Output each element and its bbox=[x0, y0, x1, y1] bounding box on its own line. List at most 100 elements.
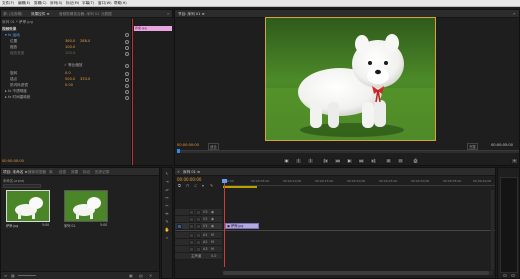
menu-marker[interactable]: 标记(M) bbox=[66, 1, 79, 6]
add-marker-button[interactable]: ◆ bbox=[283, 158, 290, 164]
project-item-thumbnail[interactable] bbox=[6, 190, 50, 222]
sync-icon[interactable] bbox=[196, 240, 201, 245]
sync-icon[interactable] bbox=[196, 217, 201, 222]
eye-icon[interactable]: ◉ bbox=[211, 223, 214, 230]
anchor-y-value[interactable]: 333.0 bbox=[80, 76, 90, 82]
solo-left-icon[interactable] bbox=[503, 274, 507, 277]
tab-media-browser[interactable]: 媒体浏览器 bbox=[28, 169, 46, 175]
reset-icon[interactable] bbox=[125, 46, 129, 50]
position-y-value[interactable]: 288.0 bbox=[80, 38, 90, 44]
button-editor-button[interactable]: + bbox=[511, 158, 518, 164]
lock-icon[interactable] bbox=[189, 233, 194, 238]
menu-file[interactable]: 文件(F) bbox=[2, 1, 14, 6]
menu-edit[interactable]: 编辑(E) bbox=[18, 1, 30, 6]
mark-out-button[interactable]: } bbox=[307, 158, 314, 164]
new-bin-icon[interactable]: ▣ bbox=[129, 273, 133, 278]
close-icon[interactable]: ✕ bbox=[177, 169, 180, 175]
reset-icon[interactable] bbox=[125, 64, 129, 68]
tab-info[interactable]: 信息 bbox=[59, 169, 66, 175]
tab-markers[interactable]: 标记 bbox=[83, 169, 90, 175]
track-select-tool-icon[interactable]: ⇥ bbox=[164, 179, 170, 185]
lift-button[interactable]: ⊞ bbox=[385, 158, 392, 164]
list-view-icon[interactable]: ≡ bbox=[4, 273, 7, 278]
quality-dropdown[interactable]: 完整 bbox=[467, 143, 478, 150]
add-marker-icon[interactable]: ▾ bbox=[202, 183, 204, 188]
tab-metadata[interactable]: 元数据 bbox=[101, 11, 112, 17]
mini-clip-bar[interactable]: 萨摩.jpg bbox=[134, 26, 172, 31]
menu-title[interactable]: 字幕(T) bbox=[82, 1, 94, 6]
effect-mini-timeline[interactable]: 萨摩.jpg bbox=[131, 19, 173, 165]
zoom-slider[interactable] bbox=[18, 275, 36, 276]
rate-stretch-tool-icon[interactable]: ↔ bbox=[164, 195, 170, 201]
fit-dropdown[interactable]: 适合 bbox=[208, 143, 219, 150]
lock-icon[interactable] bbox=[189, 224, 194, 229]
slip-tool-icon[interactable]: ⇹ bbox=[164, 211, 170, 217]
eye-icon[interactable]: ◉ bbox=[211, 209, 214, 216]
timeline-playhead[interactable] bbox=[224, 179, 225, 267]
menu-window[interactable]: 窗口(W) bbox=[98, 1, 112, 6]
tab-project[interactable]: 项目: 未命名 ≡ bbox=[3, 169, 27, 175]
mute-icon[interactable]: M bbox=[211, 232, 214, 239]
settings-icon[interactable]: ✎ bbox=[210, 183, 213, 188]
reset-icon[interactable] bbox=[125, 33, 129, 37]
uniform-scale-checkbox[interactable]: ✓ 等比缩放 bbox=[64, 62, 83, 68]
lock-icon[interactable] bbox=[189, 247, 194, 252]
export-frame-button[interactable]: ⎙ bbox=[412, 158, 419, 164]
effect-row-time-remap[interactable]: ▸ fx 时间重映射 bbox=[2, 94, 30, 100]
program-playhead[interactable] bbox=[177, 149, 180, 153]
hand-tool-icon[interactable]: ✋ bbox=[164, 227, 170, 233]
play-button[interactable]: ▶ bbox=[346, 158, 353, 164]
step-forward-button[interactable]: ▸▸ bbox=[358, 158, 365, 164]
new-item-icon[interactable]: ▤ bbox=[139, 273, 143, 278]
timeline-vertical-scrollbar[interactable] bbox=[491, 190, 494, 270]
effect-timecode[interactable]: 00:00:00:00 bbox=[2, 159, 24, 163]
linked-selection-icon[interactable]: ⊂ bbox=[194, 183, 197, 188]
scale-width-value[interactable]: 100.0 bbox=[65, 50, 75, 56]
zoom-tool-icon[interactable]: ⌕ bbox=[164, 235, 170, 241]
razor-tool-icon[interactable]: ✂ bbox=[164, 203, 170, 209]
menu-sequence[interactable]: 序列(S) bbox=[50, 1, 62, 6]
playhead-handle[interactable] bbox=[222, 179, 227, 183]
tab-sequence[interactable]: 序列 01 ≡ bbox=[183, 169, 200, 175]
delete-icon[interactable]: ✕ bbox=[149, 273, 152, 278]
source-patch-v1[interactable] bbox=[177, 224, 182, 229]
nest-icon[interactable]: ⧉ bbox=[178, 183, 181, 188]
timeline-ruler[interactable]: 00:00 00:00:05:00 00:00:10:00 00:00:15:0… bbox=[223, 178, 495, 186]
reset-icon[interactable] bbox=[125, 52, 129, 56]
go-to-out-button[interactable]: ▸| bbox=[370, 158, 377, 164]
project-search-input[interactable] bbox=[3, 184, 41, 188]
timeline-clip[interactable]: ▣ 萨摩.jpg bbox=[225, 223, 259, 229]
lock-icon[interactable] bbox=[189, 217, 194, 222]
pen-tool-icon[interactable]: ✎ bbox=[164, 219, 170, 225]
panel-menu-icon[interactable]: » bbox=[167, 11, 169, 16]
reset-icon[interactable] bbox=[125, 72, 129, 76]
tab-audio-clip-mixer[interactable]: 音频剪辑混合器: 序列 01 bbox=[59, 11, 99, 17]
tab-source[interactable]: 源: (无剪辑) bbox=[3, 11, 23, 17]
menu-clip[interactable]: 剪辑(C) bbox=[34, 1, 47, 6]
timeline-horizontal-scrollbar[interactable] bbox=[223, 271, 493, 275]
reset-icon[interactable] bbox=[125, 90, 129, 94]
timeline-timecode[interactable]: 00:00:00:00 bbox=[177, 177, 201, 182]
panel-menu-icon[interactable]: » bbox=[513, 11, 515, 16]
reset-icon[interactable] bbox=[125, 84, 129, 88]
tab-effect-controls[interactable]: 效果控件 ≡ bbox=[31, 11, 50, 17]
mark-in-button[interactable]: { bbox=[295, 158, 302, 164]
extract-button[interactable]: ⊟ bbox=[397, 158, 404, 164]
tab-history[interactable]: 历史记录 bbox=[95, 169, 109, 175]
reset-icon[interactable] bbox=[125, 96, 129, 100]
reset-icon[interactable] bbox=[125, 40, 129, 44]
effect-playhead[interactable] bbox=[132, 19, 133, 165]
selection-tool-icon[interactable]: ↖ bbox=[164, 171, 170, 177]
work-area-bar[interactable] bbox=[223, 186, 257, 188]
lock-icon[interactable] bbox=[189, 210, 194, 215]
eye-icon[interactable]: ◉ bbox=[211, 216, 214, 223]
reset-icon[interactable] bbox=[125, 78, 129, 82]
program-video-frame[interactable] bbox=[265, 17, 436, 141]
sync-icon[interactable] bbox=[196, 210, 201, 215]
program-timecode[interactable]: 00:00:00:00 bbox=[177, 143, 199, 147]
project-item-thumbnail[interactable] bbox=[64, 190, 108, 222]
tab-libraries[interactable]: 库 bbox=[49, 169, 53, 175]
icon-view-icon[interactable]: ▦ bbox=[11, 273, 15, 278]
snap-icon[interactable]: ⊓ bbox=[186, 183, 189, 188]
master-value[interactable]: 0.0 bbox=[211, 253, 216, 260]
